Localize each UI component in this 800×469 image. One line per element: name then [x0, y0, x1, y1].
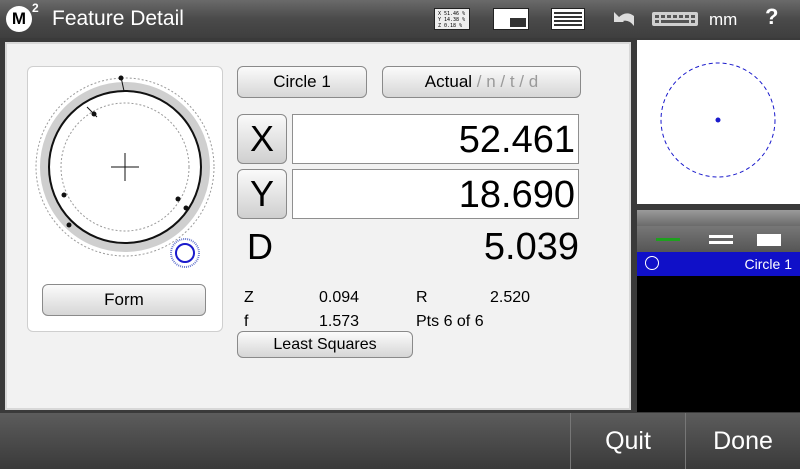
mini-part-view[interactable] — [637, 40, 800, 204]
bottom-bar: Quit Done — [0, 413, 800, 469]
circle-feature-icon — [645, 256, 659, 270]
y-value-field[interactable]: 18.690 — [292, 169, 579, 219]
actual-suffix: / n / t / d — [472, 72, 539, 91]
y-axis-button[interactable]: Y — [237, 169, 287, 219]
table-icon-row — [554, 16, 582, 18]
actual-label: Actual — [424, 72, 473, 91]
measured-point — [61, 192, 67, 198]
measured-point — [118, 75, 124, 81]
measured-point — [183, 205, 189, 211]
form-label: f — [244, 313, 249, 330]
app-logo: M — [6, 6, 32, 32]
r-value: 2.520 — [490, 289, 531, 306]
feature-list-item-label: Circle 1 — [744, 256, 792, 272]
zoom-target-icon[interactable] — [175, 243, 195, 263]
keyboard-icon[interactable] — [652, 8, 698, 30]
mini-circle-center — [715, 117, 721, 123]
table-view-icon[interactable] — [551, 8, 585, 30]
r-label: R — [416, 289, 428, 306]
x-axis-button[interactable]: X — [237, 114, 287, 164]
readout-view-icon[interactable]: X 51.46 % Y 14.38 % Z 0.18 % — [434, 8, 470, 30]
feature-list: Circle 1 — [637, 210, 800, 412]
table-icon-row — [554, 24, 582, 26]
feature-detail-panel: Form Circle 1 Actual / n / t / d X 52.46… — [5, 42, 631, 410]
list-view-icon-line — [709, 241, 733, 244]
title-bar: M 2 Feature Detail X 51.46 % Y 14.38 % Z… — [0, 0, 800, 38]
feature-list-item[interactable]: Circle 1 — [637, 252, 800, 276]
units-label[interactable]: mm — [709, 10, 737, 30]
form-button[interactable]: Form — [42, 284, 206, 316]
table-icon-row — [554, 12, 582, 14]
measured-point — [66, 222, 72, 228]
box-view-icon[interactable] — [757, 234, 781, 246]
feature-list-header — [637, 210, 800, 226]
fit-method-button[interactable]: Least Squares — [237, 331, 413, 358]
feature-name-button[interactable]: Circle 1 — [237, 66, 367, 98]
app-window: M 2 Feature Detail X 51.46 % Y 14.38 % Z… — [0, 0, 800, 469]
help-icon[interactable]: ? — [765, 4, 778, 30]
z-value: 0.094 — [319, 289, 360, 306]
actual-nominal-toggle-button[interactable]: Actual / n / t / d — [382, 66, 581, 98]
undo-icon[interactable] — [608, 8, 638, 30]
points-count: Pts 6 of 6 — [416, 313, 484, 330]
list-view-icon[interactable] — [709, 235, 733, 238]
quit-button[interactable]: Quit — [570, 413, 685, 469]
mini-view-graphic — [660, 62, 776, 178]
window-layout-icon[interactable] — [493, 8, 529, 30]
diameter-label: D — [247, 226, 273, 267]
measured-point — [175, 196, 181, 202]
window-layout-inner — [510, 18, 526, 27]
page-title: Feature Detail — [52, 7, 184, 30]
line-style-green-icon[interactable] — [656, 238, 680, 241]
x-value-field[interactable]: 52.461 — [292, 114, 579, 164]
done-button[interactable]: Done — [685, 413, 800, 469]
readout-icon-line: Z 0.18 % — [438, 23, 463, 29]
z-label: Z — [244, 289, 254, 306]
diameter-value: 5.039 — [483, 226, 579, 268]
table-icon-row — [554, 20, 582, 22]
measured-point — [91, 111, 97, 117]
feature-list-toolbar — [637, 226, 800, 252]
form-value: 1.573 — [319, 313, 360, 330]
app-logo-superscript: 2 — [32, 1, 39, 15]
